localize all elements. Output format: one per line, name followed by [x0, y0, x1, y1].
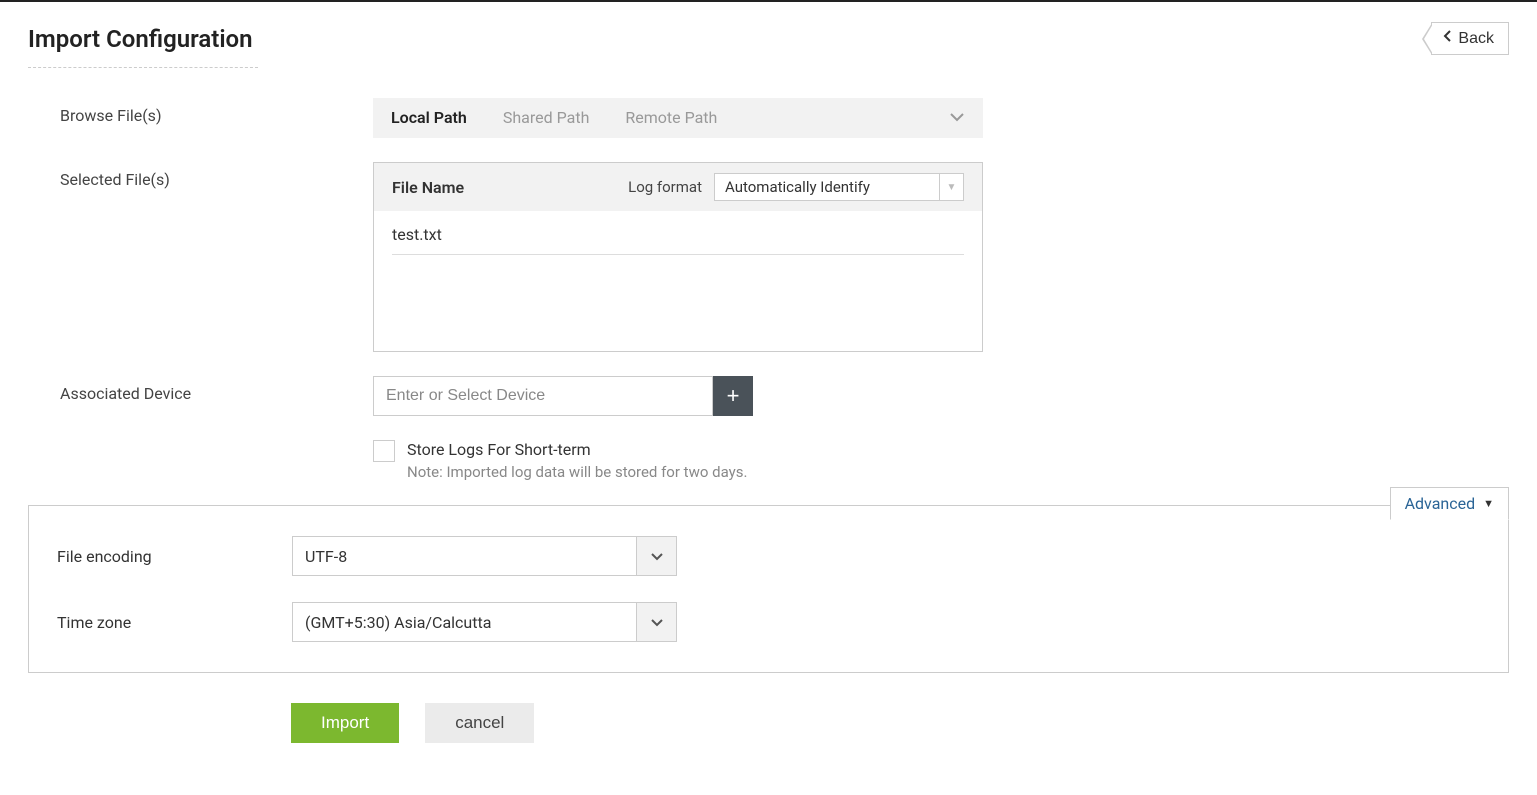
plus-icon: + [727, 383, 740, 409]
device-input[interactable] [373, 376, 713, 416]
store-logs-note: Note: Imported log data will be stored f… [407, 463, 747, 481]
back-button-label: Back [1458, 30, 1494, 48]
add-device-button[interactable]: + [713, 376, 753, 416]
path-tab-bar: Local Path Shared Path Remote Path [373, 98, 983, 138]
browse-files-label: Browse File(s) [28, 98, 373, 125]
caret-down-icon: ▼ [1483, 497, 1494, 510]
log-format-label: Log format [628, 178, 702, 196]
chevron-down-icon [637, 602, 677, 642]
tab-collapse-toggle[interactable] [931, 110, 983, 126]
file-encoding-select[interactable]: UTF-8 [292, 536, 677, 576]
store-logs-checkbox[interactable] [373, 440, 395, 462]
advanced-toggle-label: Advanced [1405, 494, 1476, 513]
advanced-panel: File encoding UTF-8 Time zone (GMT+5:30)… [28, 505, 1509, 673]
log-format-value: Automatically Identify [725, 178, 870, 196]
timezone-label: Time zone [57, 613, 292, 632]
file-encoding-label: File encoding [57, 547, 292, 566]
file-name-header: File Name [392, 178, 616, 197]
advanced-toggle[interactable]: Advanced ▼ [1390, 487, 1509, 520]
store-logs-label: Store Logs For Short-term [407, 440, 747, 459]
timezone-select[interactable]: (GMT+5:30) Asia/Calcutta [292, 602, 677, 642]
chevron-down-icon [949, 110, 965, 126]
timezone-value: (GMT+5:30) Asia/Calcutta [292, 602, 637, 642]
selected-files-label: Selected File(s) [28, 162, 373, 189]
selected-files-box: File Name Log format Automatically Ident… [373, 162, 983, 352]
associated-device-label: Associated Device [28, 376, 373, 403]
page-title: Import Configuration [28, 25, 253, 53]
tab-local-path[interactable]: Local Path [373, 98, 485, 138]
file-encoding-value: UTF-8 [292, 536, 637, 576]
cancel-button[interactable]: cancel [425, 703, 534, 743]
chevron-down-icon [637, 536, 677, 576]
log-format-select[interactable]: Automatically Identify ▼ [714, 173, 964, 201]
tab-remote-path[interactable]: Remote Path [607, 98, 735, 138]
back-button[interactable]: Back [1431, 22, 1509, 55]
divider [28, 67, 258, 68]
chevron-left-icon [1442, 29, 1452, 48]
caret-down-icon: ▼ [939, 174, 963, 200]
file-item: test.txt [392, 225, 964, 255]
import-button[interactable]: Import [291, 703, 399, 743]
tab-shared-path[interactable]: Shared Path [485, 98, 608, 138]
